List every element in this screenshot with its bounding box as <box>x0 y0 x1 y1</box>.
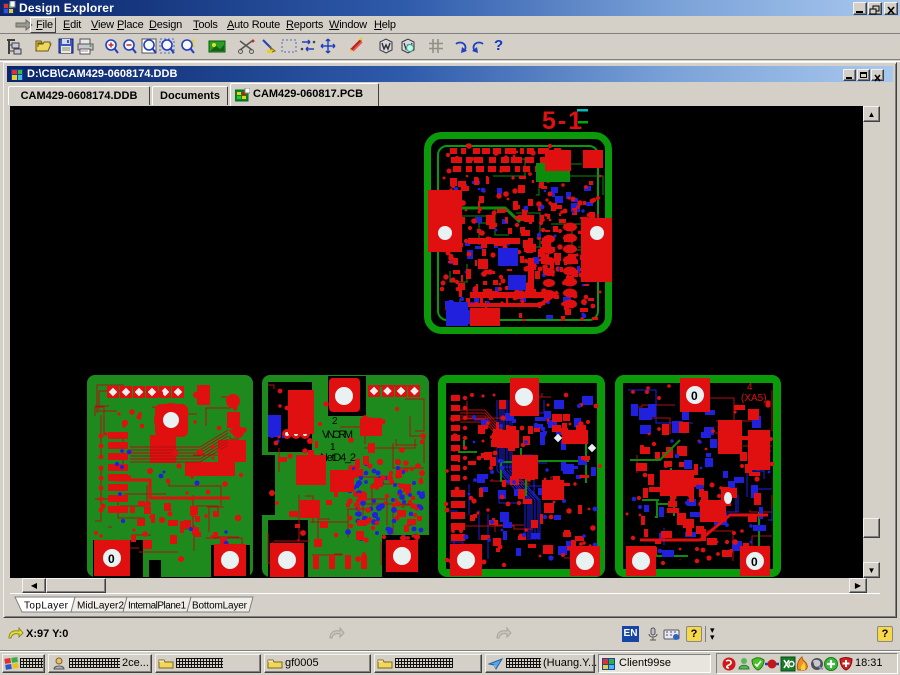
svg-text:BottomLayer: BottomLayer <box>192 601 248 612</box>
svg-text:TopLayer: TopLayer <box>24 601 69 612</box>
svg-text:0: 0 <box>751 555 758 569</box>
svg-text:4: 4 <box>747 382 753 393</box>
svg-text:InternalPlane1: InternalPlane1 <box>128 601 186 612</box>
svg-text:0: 0 <box>691 389 698 403</box>
svg-text:(XA5): (XA5) <box>741 393 767 404</box>
svg-text:2: 2 <box>332 416 338 427</box>
svg-text:MidLayer2: MidLayer2 <box>77 601 124 612</box>
svg-text:0: 0 <box>108 552 115 566</box>
